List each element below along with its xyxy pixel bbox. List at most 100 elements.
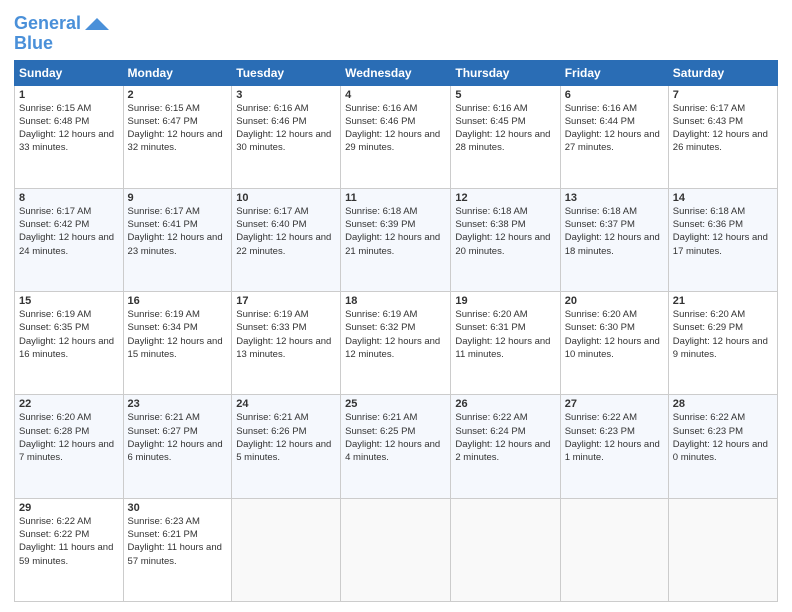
day-number: 30 xyxy=(128,502,228,514)
calendar-cell: 24 Sunrise: 6:21 AMSunset: 6:26 PMDaylig… xyxy=(232,395,341,498)
day-info: Sunrise: 6:19 AMSunset: 6:32 PMDaylight:… xyxy=(345,309,440,360)
day-info: Sunrise: 6:23 AMSunset: 6:21 PMDaylight:… xyxy=(128,516,222,567)
calendar-cell: 13 Sunrise: 6:18 AMSunset: 6:37 PMDaylig… xyxy=(560,188,668,291)
day-number: 5 xyxy=(455,89,555,101)
day-number: 24 xyxy=(236,398,336,410)
day-info: Sunrise: 6:19 AMSunset: 6:33 PMDaylight:… xyxy=(236,309,331,360)
weekday-header-saturday: Saturday xyxy=(668,60,777,85)
calendar-cell: 5 Sunrise: 6:16 AMSunset: 6:45 PMDayligh… xyxy=(451,85,560,188)
day-info: Sunrise: 6:22 AMSunset: 6:23 PMDaylight:… xyxy=(565,412,660,463)
calendar-table: SundayMondayTuesdayWednesdayThursdayFrid… xyxy=(14,60,778,602)
calendar-cell: 25 Sunrise: 6:21 AMSunset: 6:25 PMDaylig… xyxy=(341,395,451,498)
calendar-week-row: 1 Sunrise: 6:15 AMSunset: 6:48 PMDayligh… xyxy=(15,85,778,188)
day-number: 16 xyxy=(128,295,228,307)
calendar-header-row: SundayMondayTuesdayWednesdayThursdayFrid… xyxy=(15,60,778,85)
calendar-cell: 27 Sunrise: 6:22 AMSunset: 6:23 PMDaylig… xyxy=(560,395,668,498)
day-info: Sunrise: 6:16 AMSunset: 6:44 PMDaylight:… xyxy=(565,103,660,154)
weekday-header-thursday: Thursday xyxy=(451,60,560,85)
weekday-header-wednesday: Wednesday xyxy=(341,60,451,85)
day-info: Sunrise: 6:20 AMSunset: 6:31 PMDaylight:… xyxy=(455,309,550,360)
day-number: 27 xyxy=(565,398,664,410)
calendar-cell: 14 Sunrise: 6:18 AMSunset: 6:36 PMDaylig… xyxy=(668,188,777,291)
calendar-cell: 30 Sunrise: 6:23 AMSunset: 6:21 PMDaylig… xyxy=(123,498,232,601)
day-number: 15 xyxy=(19,295,119,307)
day-info: Sunrise: 6:19 AMSunset: 6:35 PMDaylight:… xyxy=(19,309,114,360)
calendar-cell: 12 Sunrise: 6:18 AMSunset: 6:38 PMDaylig… xyxy=(451,188,560,291)
calendar-cell: 3 Sunrise: 6:16 AMSunset: 6:46 PMDayligh… xyxy=(232,85,341,188)
day-number: 12 xyxy=(455,192,555,204)
calendar-cell xyxy=(341,498,451,601)
day-info: Sunrise: 6:21 AMSunset: 6:25 PMDaylight:… xyxy=(345,412,440,463)
calendar-cell xyxy=(560,498,668,601)
calendar-cell: 7 Sunrise: 6:17 AMSunset: 6:43 PMDayligh… xyxy=(668,85,777,188)
day-number: 28 xyxy=(673,398,773,410)
calendar-cell: 4 Sunrise: 6:16 AMSunset: 6:46 PMDayligh… xyxy=(341,85,451,188)
calendar-week-row: 15 Sunrise: 6:19 AMSunset: 6:35 PMDaylig… xyxy=(15,292,778,395)
day-info: Sunrise: 6:22 AMSunset: 6:22 PMDaylight:… xyxy=(19,516,113,567)
day-info: Sunrise: 6:17 AMSunset: 6:43 PMDaylight:… xyxy=(673,103,768,154)
calendar-cell: 1 Sunrise: 6:15 AMSunset: 6:48 PMDayligh… xyxy=(15,85,124,188)
logo-blue: Blue xyxy=(14,34,53,54)
day-number: 13 xyxy=(565,192,664,204)
calendar-cell: 18 Sunrise: 6:19 AMSunset: 6:32 PMDaylig… xyxy=(341,292,451,395)
calendar-week-row: 22 Sunrise: 6:20 AMSunset: 6:28 PMDaylig… xyxy=(15,395,778,498)
day-info: Sunrise: 6:17 AMSunset: 6:42 PMDaylight:… xyxy=(19,206,114,257)
day-info: Sunrise: 6:18 AMSunset: 6:39 PMDaylight:… xyxy=(345,206,440,257)
day-number: 1 xyxy=(19,89,119,101)
calendar-cell xyxy=(451,498,560,601)
day-info: Sunrise: 6:15 AMSunset: 6:48 PMDaylight:… xyxy=(19,103,114,154)
day-info: Sunrise: 6:20 AMSunset: 6:28 PMDaylight:… xyxy=(19,412,114,463)
day-number: 7 xyxy=(673,89,773,101)
day-number: 4 xyxy=(345,89,446,101)
day-info: Sunrise: 6:15 AMSunset: 6:47 PMDaylight:… xyxy=(128,103,223,154)
calendar-cell: 2 Sunrise: 6:15 AMSunset: 6:47 PMDayligh… xyxy=(123,85,232,188)
day-info: Sunrise: 6:21 AMSunset: 6:26 PMDaylight:… xyxy=(236,412,331,463)
logo-text: General xyxy=(14,14,81,34)
day-info: Sunrise: 6:16 AMSunset: 6:46 PMDaylight:… xyxy=(236,103,331,154)
day-number: 3 xyxy=(236,89,336,101)
day-info: Sunrise: 6:18 AMSunset: 6:36 PMDaylight:… xyxy=(673,206,768,257)
day-number: 2 xyxy=(128,89,228,101)
day-number: 22 xyxy=(19,398,119,410)
calendar-cell: 15 Sunrise: 6:19 AMSunset: 6:35 PMDaylig… xyxy=(15,292,124,395)
weekday-header-monday: Monday xyxy=(123,60,232,85)
logo-icon xyxy=(83,16,111,32)
calendar-cell: 11 Sunrise: 6:18 AMSunset: 6:39 PMDaylig… xyxy=(341,188,451,291)
calendar-body: 1 Sunrise: 6:15 AMSunset: 6:48 PMDayligh… xyxy=(15,85,778,601)
day-info: Sunrise: 6:21 AMSunset: 6:27 PMDaylight:… xyxy=(128,412,223,463)
weekday-header-sunday: Sunday xyxy=(15,60,124,85)
day-number: 25 xyxy=(345,398,446,410)
day-number: 19 xyxy=(455,295,555,307)
calendar-cell: 23 Sunrise: 6:21 AMSunset: 6:27 PMDaylig… xyxy=(123,395,232,498)
logo: General Blue xyxy=(14,10,111,54)
calendar-cell: 26 Sunrise: 6:22 AMSunset: 6:24 PMDaylig… xyxy=(451,395,560,498)
day-info: Sunrise: 6:16 AMSunset: 6:45 PMDaylight:… xyxy=(455,103,550,154)
calendar-cell: 10 Sunrise: 6:17 AMSunset: 6:40 PMDaylig… xyxy=(232,188,341,291)
day-info: Sunrise: 6:22 AMSunset: 6:23 PMDaylight:… xyxy=(673,412,768,463)
calendar-week-row: 8 Sunrise: 6:17 AMSunset: 6:42 PMDayligh… xyxy=(15,188,778,291)
day-info: Sunrise: 6:18 AMSunset: 6:37 PMDaylight:… xyxy=(565,206,660,257)
calendar-cell: 28 Sunrise: 6:22 AMSunset: 6:23 PMDaylig… xyxy=(668,395,777,498)
day-number: 26 xyxy=(455,398,555,410)
day-info: Sunrise: 6:22 AMSunset: 6:24 PMDaylight:… xyxy=(455,412,550,463)
calendar-cell: 9 Sunrise: 6:17 AMSunset: 6:41 PMDayligh… xyxy=(123,188,232,291)
calendar-week-row: 29 Sunrise: 6:22 AMSunset: 6:22 PMDaylig… xyxy=(15,498,778,601)
calendar-cell: 29 Sunrise: 6:22 AMSunset: 6:22 PMDaylig… xyxy=(15,498,124,601)
day-number: 6 xyxy=(565,89,664,101)
day-number: 29 xyxy=(19,502,119,514)
calendar-cell xyxy=(232,498,341,601)
calendar-cell xyxy=(668,498,777,601)
day-info: Sunrise: 6:19 AMSunset: 6:34 PMDaylight:… xyxy=(128,309,223,360)
weekday-header-tuesday: Tuesday xyxy=(232,60,341,85)
day-number: 10 xyxy=(236,192,336,204)
day-number: 8 xyxy=(19,192,119,204)
day-number: 11 xyxy=(345,192,446,204)
calendar-cell: 8 Sunrise: 6:17 AMSunset: 6:42 PMDayligh… xyxy=(15,188,124,291)
day-number: 9 xyxy=(128,192,228,204)
page-header: General Blue xyxy=(14,10,778,54)
day-number: 17 xyxy=(236,295,336,307)
calendar-cell: 6 Sunrise: 6:16 AMSunset: 6:44 PMDayligh… xyxy=(560,85,668,188)
day-info: Sunrise: 6:18 AMSunset: 6:38 PMDaylight:… xyxy=(455,206,550,257)
calendar-cell: 21 Sunrise: 6:20 AMSunset: 6:29 PMDaylig… xyxy=(668,292,777,395)
day-number: 18 xyxy=(345,295,446,307)
